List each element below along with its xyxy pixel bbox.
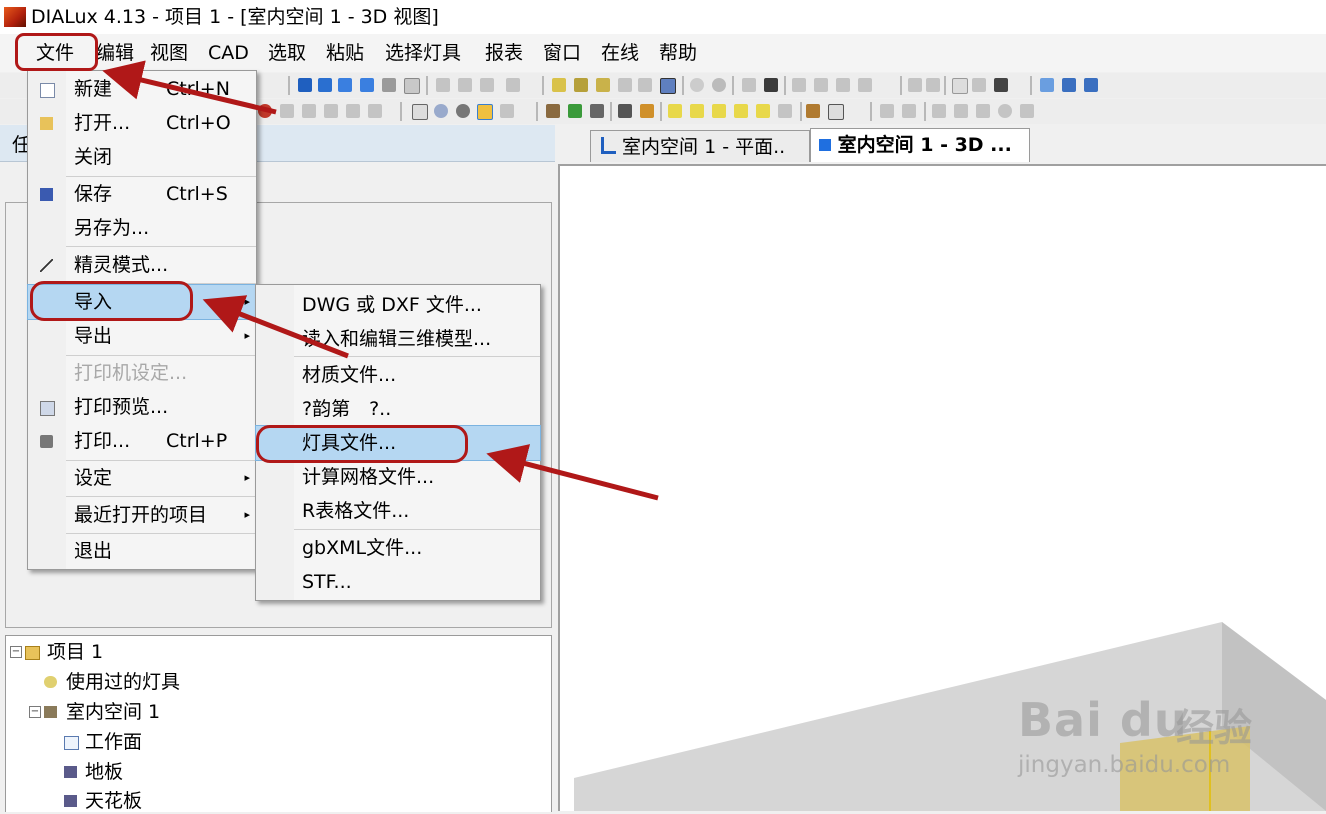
arrow-to-file-menu bbox=[102, 60, 277, 115]
arrow-to-luminaire-file bbox=[486, 444, 659, 501]
arrow-to-import bbox=[202, 295, 349, 359]
annotation-arrows bbox=[102, 60, 659, 501]
